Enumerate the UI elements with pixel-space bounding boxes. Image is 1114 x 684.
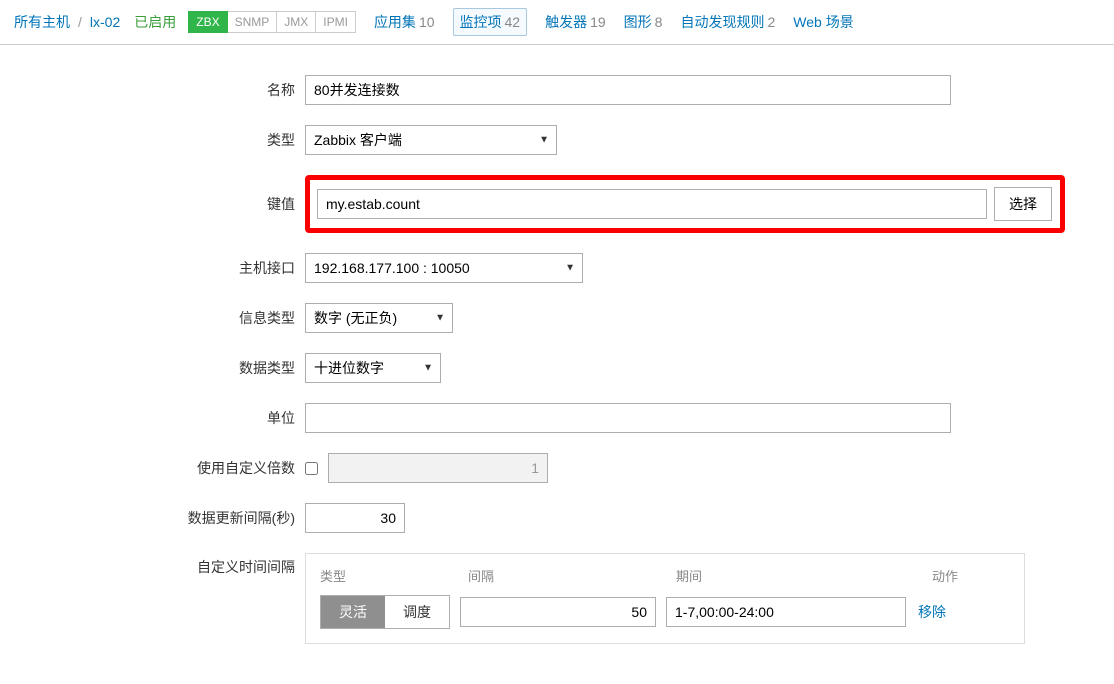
label-custom-interval: 自定义时间间隔 (0, 553, 305, 577)
input-interval-value[interactable] (460, 597, 656, 627)
label-unit: 单位 (0, 408, 305, 428)
input-period-value[interactable] (666, 597, 906, 627)
label-key: 键值 (0, 194, 305, 214)
col-action: 动作 (932, 566, 958, 585)
interval-header: 类型 间隔 期间 动作 (320, 566, 1010, 585)
label-type: 类型 (0, 130, 305, 150)
nav-discovery[interactable]: 自动发现规则2 (680, 12, 775, 32)
label-data-type: 数据类型 (0, 358, 305, 378)
interface-tag-group: ZBX SNMP JMX IPMI (188, 11, 356, 33)
select-data-type[interactable]: 十进位数字 (305, 353, 441, 383)
input-custom-multiplier (328, 453, 548, 483)
input-key[interactable] (317, 189, 987, 219)
segment-schedule[interactable]: 调度 (385, 596, 449, 628)
nav-triggers[interactable]: 触发器19 (545, 12, 606, 32)
input-update-interval[interactable] (305, 503, 405, 533)
nav-graphs[interactable]: 图形8 (624, 12, 663, 32)
nav-items[interactable]: 监控项42 (453, 8, 528, 36)
key-highlight-box: 选择 (305, 175, 1065, 233)
key-select-button[interactable]: 选择 (994, 187, 1052, 221)
top-bar: 所有主机 / lx-02 已启用 ZBX SNMP JMX IPMI 应用集10… (0, 0, 1114, 45)
link-remove-interval[interactable]: 移除 (918, 602, 946, 622)
label-info-type: 信息类型 (0, 308, 305, 328)
tag-zbx[interactable]: ZBX (188, 11, 227, 33)
input-name[interactable] (305, 75, 951, 105)
breadcrumb-separator: / (78, 14, 82, 30)
col-interval: 间隔 (468, 566, 676, 585)
tag-jmx[interactable]: JMX (277, 11, 316, 33)
col-period: 期间 (676, 566, 932, 585)
tag-snmp[interactable]: SNMP (228, 11, 278, 33)
breadcrumb-host[interactable]: lx-02 (90, 14, 120, 30)
col-type: 类型 (320, 566, 468, 585)
select-type[interactable]: Zabbix 客户端 (305, 125, 557, 155)
label-interface: 主机接口 (0, 258, 305, 278)
nav-web[interactable]: Web 场景 (793, 12, 853, 32)
interval-row: 灵活 调度 移除 (320, 595, 1010, 629)
segment-flexible[interactable]: 灵活 (321, 596, 385, 628)
tag-ipmi[interactable]: IPMI (316, 11, 356, 33)
select-interface[interactable]: 192.168.177.100 : 10050 (305, 253, 583, 283)
interval-type-segment: 灵活 调度 (320, 595, 450, 629)
breadcrumb-all-hosts[interactable]: 所有主机 (14, 12, 70, 32)
input-unit[interactable] (305, 403, 951, 433)
custom-interval-box: 类型 间隔 期间 动作 灵活 调度 移除 (305, 553, 1025, 644)
status-enabled: 已启用 (134, 12, 176, 32)
label-custom-multiplier: 使用自定义倍数 (0, 458, 305, 478)
nav-applications[interactable]: 应用集10 (374, 12, 435, 32)
label-name: 名称 (0, 80, 305, 100)
checkbox-custom-multiplier[interactable] (305, 462, 318, 475)
select-info-type[interactable]: 数字 (无正负) (305, 303, 453, 333)
item-form: 名称 类型 Zabbix 客户端 键值 选择 主机接口 192.168.177.… (0, 45, 1114, 684)
nav-links: 应用集10 监控项42 触发器19 图形8 自动发现规则2 Web 场景 (374, 8, 854, 36)
label-update-interval: 数据更新间隔(秒) (0, 508, 305, 528)
